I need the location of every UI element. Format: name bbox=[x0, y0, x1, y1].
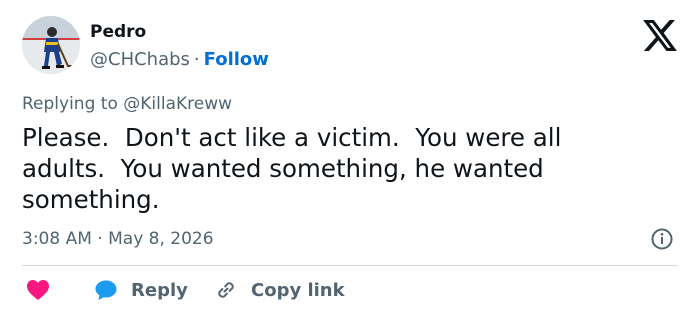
copy-link-button[interactable]: Copy link bbox=[214, 278, 345, 302]
tweet-time: 3:08 AM bbox=[22, 229, 92, 249]
link-icon bbox=[218, 282, 234, 298]
divider bbox=[22, 265, 678, 266]
reply-prefix: Replying to bbox=[22, 94, 118, 114]
follow-button[interactable]: Follow bbox=[204, 49, 269, 70]
separator-dot: · bbox=[193, 49, 200, 70]
tweet-text: Please. Don't act like a victim. You wer… bbox=[22, 123, 562, 214]
avatar[interactable] bbox=[22, 16, 80, 74]
avatar-image bbox=[22, 16, 80, 74]
author-name[interactable]: Pedro bbox=[90, 22, 146, 42]
x-logo-icon[interactable] bbox=[643, 20, 677, 51]
tweet-timestamp[interactable]: 3:08 AM · May 8, 2026 bbox=[22, 229, 214, 249]
author-handle[interactable]: @CHChabs bbox=[90, 49, 190, 70]
speech-bubble-icon bbox=[95, 280, 117, 300]
tweet-date: May 8, 2026 bbox=[108, 229, 214, 249]
separator-dot: · bbox=[97, 229, 103, 249]
heart-icon bbox=[27, 280, 49, 300]
info-icon[interactable] bbox=[651, 228, 673, 250]
embedded-tweet-card: { "author": { "name": "Pedro", "handle":… bbox=[0, 0, 700, 318]
reply-context: Replying to @KillaKreww bbox=[22, 94, 232, 114]
like-button[interactable] bbox=[26, 278, 50, 302]
copy-link-label: Copy link bbox=[251, 279, 345, 301]
reply-mention-link[interactable]: @KillaKreww bbox=[123, 94, 232, 114]
reply-label: Reply bbox=[131, 279, 188, 301]
reply-button[interactable]: Reply bbox=[94, 278, 188, 302]
author-handle-row: @CHChabs · Follow bbox=[90, 49, 269, 70]
